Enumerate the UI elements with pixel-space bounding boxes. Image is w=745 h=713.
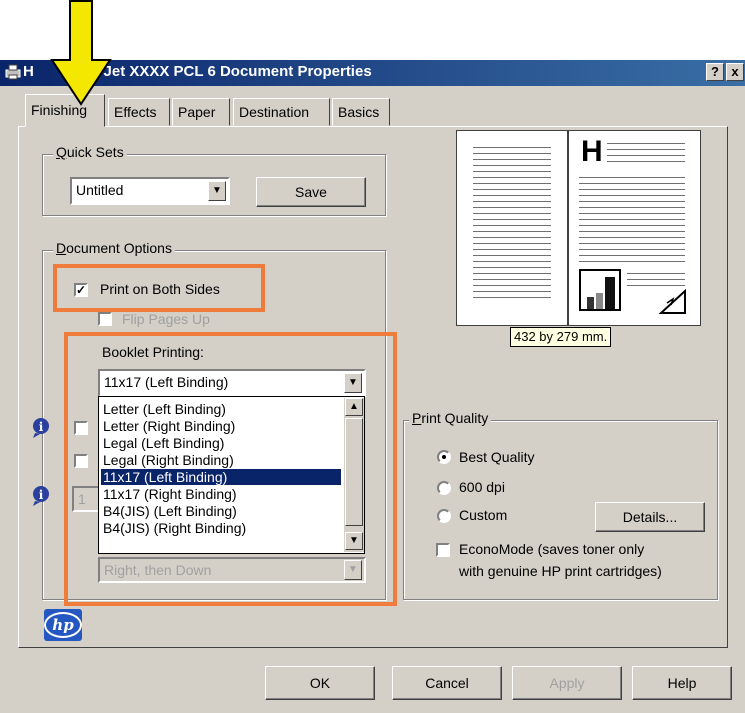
600-dpi-label: 600 dpi <box>459 479 505 495</box>
preview-text-line <box>579 183 685 184</box>
document-options-legend: Document Options <box>53 240 175 256</box>
preview-text-line <box>579 219 685 220</box>
preview-text-line <box>579 225 685 226</box>
preview-text-line <box>627 285 685 286</box>
preview-text-line <box>579 213 685 214</box>
preview-text-line <box>579 243 685 244</box>
preview-text-line <box>579 249 685 250</box>
quick-sets-legend-rest: uick Sets <box>66 144 124 160</box>
tab-basics[interactable]: Basics <box>332 98 390 126</box>
preview-text-line <box>579 195 685 196</box>
highlight-box-print-both-sides <box>53 264 265 312</box>
window-title: serJet XXXX PCL 6 Document Properties <box>81 63 372 80</box>
preview-text-line <box>473 237 551 238</box>
print-quality-legend: Print Quality <box>409 410 492 426</box>
annotation-arrow <box>50 0 112 106</box>
preview-text-line <box>473 279 551 280</box>
quick-sets-combo[interactable]: Untitled <box>70 177 230 205</box>
preview-text-line <box>607 143 685 144</box>
preview-text-line <box>579 231 685 232</box>
preview-heading-letter: H <box>581 135 603 168</box>
best-quality-radio[interactable] <box>437 450 451 464</box>
preview-text-line <box>579 255 685 256</box>
600-dpi-radio[interactable] <box>437 481 451 495</box>
help-button[interactable]: Help <box>632 666 732 700</box>
cancel-button[interactable]: Cancel <box>392 666 502 700</box>
quick-sets-dropdown-button[interactable]: ▼ <box>208 181 226 201</box>
preview-text-line <box>473 255 551 256</box>
preview-text-line <box>473 261 551 262</box>
preview-text-line <box>473 243 551 244</box>
preview-text-line <box>579 177 685 178</box>
print-quality-legend-accel: P <box>412 410 422 426</box>
preview-text-line <box>473 171 551 172</box>
tab-paper[interactable]: Paper <box>172 98 230 126</box>
preview-text-line <box>627 273 685 274</box>
preview-text-line <box>473 213 551 214</box>
preview-text-line <box>607 161 685 162</box>
hp-logo-text: hp <box>44 612 82 638</box>
printer-icon <box>5 64 21 80</box>
preview-text-line <box>473 153 551 154</box>
preview-text-line <box>473 177 551 178</box>
custom-radio[interactable] <box>437 509 451 523</box>
custom-label: Custom <box>459 507 508 523</box>
info-icon: i <box>33 486 49 506</box>
economode-label-line2: with genuine HP print cartridges) <box>459 563 662 579</box>
page-curl-icon <box>659 289 686 314</box>
preview-text-line <box>579 261 685 262</box>
print-quality-legend-rest: rint Quality <box>421 410 489 426</box>
document-options-legend-rest: ocument Options <box>66 240 172 256</box>
page-preview: H <box>456 130 701 326</box>
preview-text-line <box>473 249 551 250</box>
paper-dimension-label: 432 by 279 mm. <box>510 327 612 347</box>
svg-text:i: i <box>39 488 44 502</box>
flip-pages-up-checkbox[interactable] <box>98 312 112 326</box>
document-options-legend-accel: D <box>56 240 67 256</box>
hp-logo: hp <box>44 609 82 641</box>
preview-text-line <box>473 297 551 298</box>
preview-text-line <box>473 285 551 286</box>
preview-text-line <box>473 183 551 184</box>
highlight-box-booklet-printing <box>64 332 397 606</box>
window-title-prefix: H <box>23 63 34 80</box>
preview-text-line <box>473 147 551 148</box>
preview-text-line <box>473 195 551 196</box>
best-quality-label: Best Quality <box>459 449 535 465</box>
help-title-button[interactable]: ? <box>706 63 724 81</box>
preview-text-line <box>473 225 551 226</box>
preview-text-line <box>473 201 551 202</box>
preview-text-line <box>473 273 551 274</box>
economode-label-line1: EconoMode (saves toner only <box>459 541 645 557</box>
svg-text:i: i <box>39 420 44 434</box>
preview-text-line <box>579 237 685 238</box>
apply-button[interactable]: Apply <box>512 666 622 700</box>
preview-text-line <box>579 207 685 208</box>
preview-text-line <box>579 201 685 202</box>
preview-text-line <box>473 219 551 220</box>
preview-text-line <box>607 155 685 156</box>
preview-text-line <box>473 291 551 292</box>
quick-sets-legend: Quick Sets <box>53 144 127 160</box>
preview-text-line <box>473 267 551 268</box>
tab-destination[interactable]: Destination <box>233 98 330 126</box>
close-title-button[interactable]: x <box>726 63 744 81</box>
quick-sets-legend-accel: Q <box>56 144 67 160</box>
preview-text-line <box>473 207 551 208</box>
preview-text-line <box>627 279 685 280</box>
flip-pages-up-label: Flip Pages Up <box>122 311 210 327</box>
preview-text-line <box>473 159 551 160</box>
preview-text-line <box>473 165 551 166</box>
save-button[interactable]: Save <box>256 177 366 207</box>
preview-fold-line <box>567 131 569 325</box>
preview-text-line <box>607 149 685 150</box>
preview-text-line <box>473 189 551 190</box>
details-button[interactable]: Details... <box>595 502 705 532</box>
preview-bar-chart <box>579 269 621 311</box>
info-icon: i <box>33 418 49 438</box>
preview-text-line <box>579 189 685 190</box>
ok-button[interactable]: OK <box>265 666 375 700</box>
preview-text-line <box>473 231 551 232</box>
economode-checkbox[interactable] <box>436 543 450 557</box>
